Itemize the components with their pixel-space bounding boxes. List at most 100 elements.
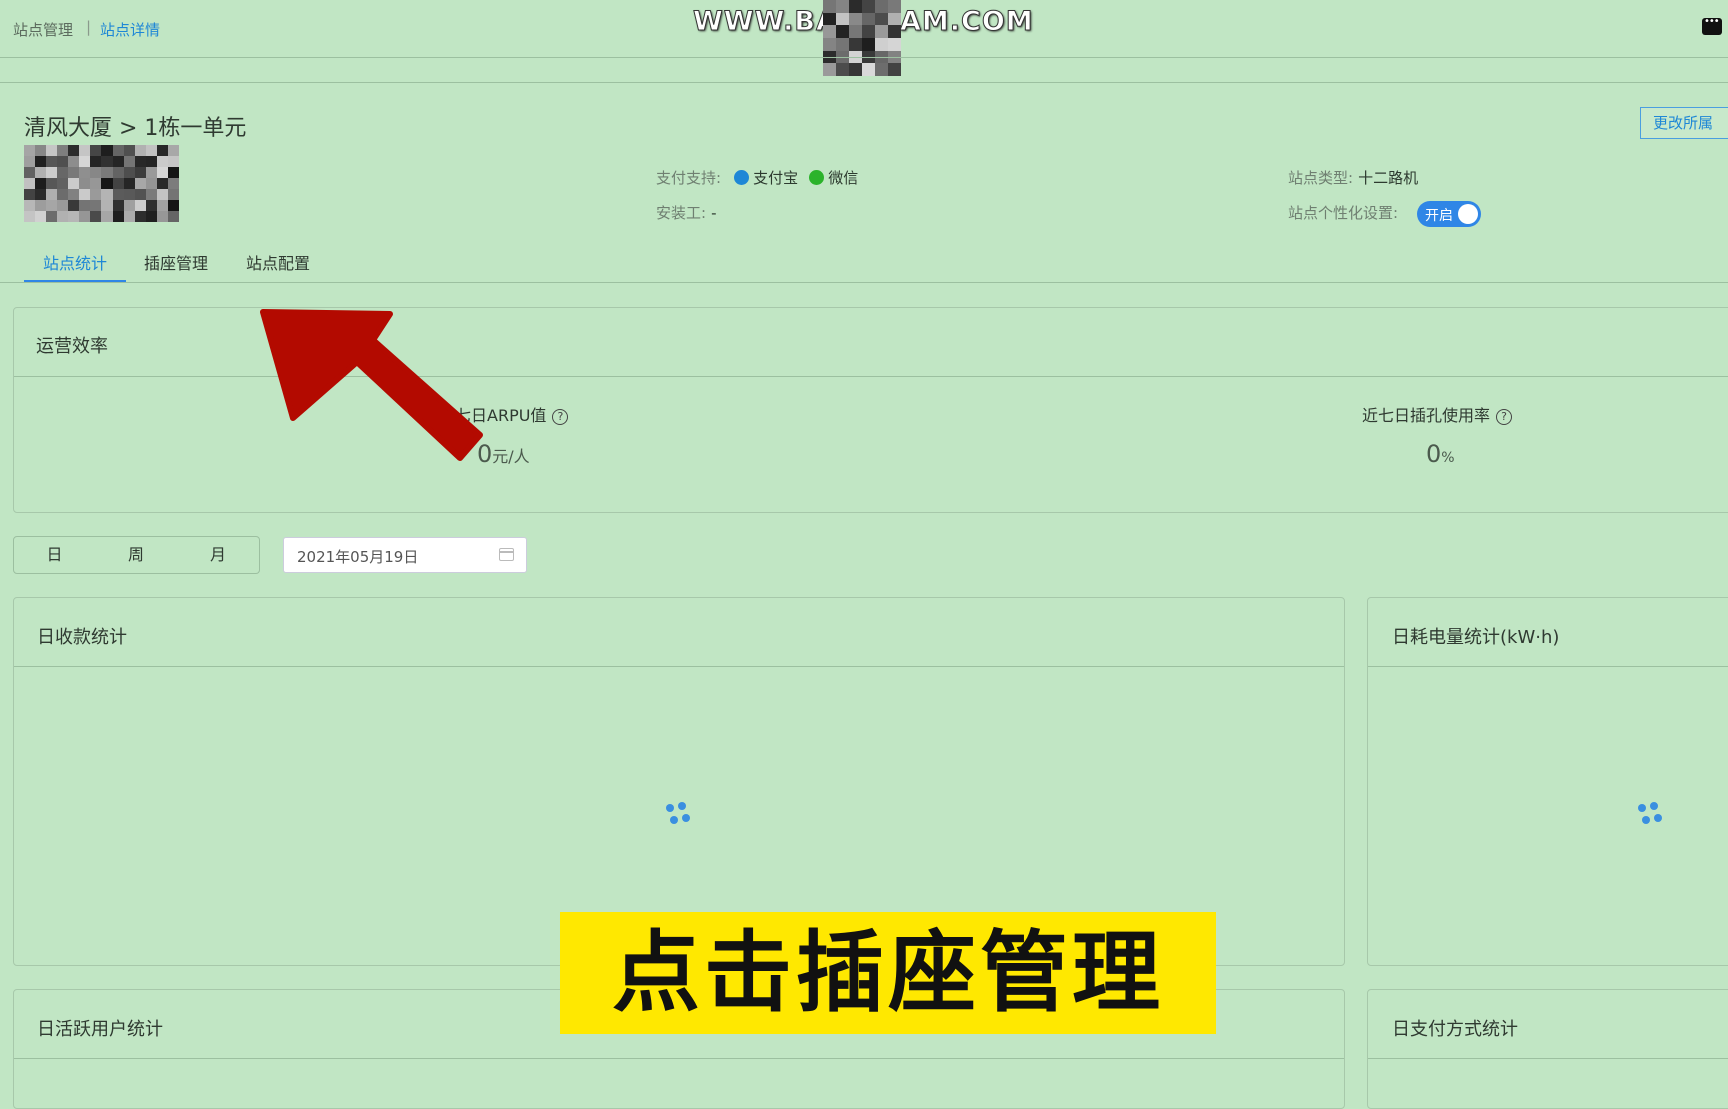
mosaic-cell bbox=[35, 167, 47, 178]
mosaic-cell bbox=[90, 211, 102, 222]
site-custom-toggle[interactable]: 开启 bbox=[1417, 201, 1481, 227]
mosaic-cell bbox=[68, 156, 80, 167]
mosaic-cell bbox=[134, 156, 146, 167]
help-icon[interactable]: ? bbox=[1496, 409, 1513, 425]
mosaic-cell bbox=[35, 178, 47, 189]
loading-spinner-icon bbox=[666, 802, 692, 828]
mosaic-cell bbox=[101, 145, 113, 156]
mosaic-cell bbox=[888, 0, 901, 13]
mosaic-cell bbox=[167, 200, 179, 211]
mosaic-cell bbox=[101, 167, 113, 178]
period-month-button[interactable]: 月 bbox=[177, 536, 260, 574]
site-type: 站点类型: 十二路机 bbox=[1288, 167, 1418, 188]
period-day-button[interactable]: 日 bbox=[13, 536, 96, 574]
mosaic-cell bbox=[46, 167, 58, 178]
breadcrumb-current[interactable]: 站点详情 bbox=[100, 19, 160, 40]
mosaic-cell bbox=[836, 12, 849, 26]
mosaic-cell bbox=[145, 178, 157, 189]
mosaic-cell bbox=[836, 63, 849, 76]
panel-divider bbox=[1368, 1058, 1728, 1059]
mosaic-cell bbox=[57, 145, 69, 156]
payment-method-title: 日支付方式统计 bbox=[1392, 1019, 1518, 1040]
watermark-left: WWW.BA bbox=[693, 6, 838, 38]
mosaic-cell bbox=[68, 167, 80, 178]
mosaic-cell bbox=[823, 0, 836, 13]
mosaic-cell bbox=[90, 178, 102, 189]
mosaic-cell bbox=[134, 200, 146, 211]
watermark-right: AM.COM bbox=[900, 6, 1034, 38]
site-custom-setting: 站点个性化设置: bbox=[1288, 202, 1398, 223]
payment-method-panel bbox=[1367, 989, 1728, 1109]
mosaic-cell bbox=[112, 145, 124, 156]
mosaic-cell bbox=[79, 167, 91, 178]
change-owner-button[interactable]: 更改所属 bbox=[1640, 107, 1728, 139]
help-icon[interactable]: ? bbox=[552, 409, 569, 425]
mosaic-cell bbox=[112, 178, 124, 189]
mosaic-cell bbox=[46, 178, 58, 189]
date-value: 2021年05月19日 bbox=[297, 548, 419, 566]
qr-code-image bbox=[24, 145, 179, 222]
mosaic-cell bbox=[24, 178, 36, 189]
mosaic-cell bbox=[79, 156, 91, 167]
mosaic-cell bbox=[145, 189, 157, 200]
mosaic-cell bbox=[101, 178, 113, 189]
mosaic-cell bbox=[101, 200, 113, 211]
divider bbox=[0, 82, 1728, 83]
mosaic-cell bbox=[875, 63, 888, 76]
mosaic-cell bbox=[79, 189, 91, 200]
mosaic-cell bbox=[101, 211, 113, 222]
mosaic-cell bbox=[79, 211, 91, 222]
mosaic-cell bbox=[24, 145, 36, 156]
mosaic-cell bbox=[123, 178, 135, 189]
alipay-label: 支付宝 bbox=[753, 169, 799, 187]
mosaic-cell bbox=[145, 200, 157, 211]
mosaic-cell bbox=[167, 145, 179, 156]
date-picker[interactable]: 2021年05月19日 bbox=[283, 537, 527, 573]
mosaic-cell bbox=[68, 211, 80, 222]
mosaic-cell bbox=[123, 200, 135, 211]
mosaic-cell bbox=[823, 25, 836, 38]
mosaic-cell bbox=[134, 145, 146, 156]
mosaic-cell bbox=[134, 167, 146, 178]
mosaic-cell bbox=[167, 167, 179, 178]
mosaic-cell bbox=[123, 211, 135, 222]
red-arrow-annotation bbox=[260, 309, 483, 461]
mosaic-cell bbox=[862, 63, 875, 76]
mosaic-cell bbox=[823, 12, 836, 26]
mosaic-cell bbox=[68, 178, 80, 189]
mosaic-cell bbox=[46, 156, 58, 167]
mosaic-cell bbox=[112, 211, 124, 222]
mosaic-cell bbox=[156, 156, 168, 167]
mosaic-cell bbox=[134, 211, 146, 222]
mosaic-cell bbox=[823, 63, 836, 76]
mosaic-cell bbox=[156, 211, 168, 222]
tab-socket-management[interactable]: 插座管理 bbox=[144, 250, 208, 274]
tab-site-config[interactable]: 站点配置 bbox=[246, 250, 310, 274]
wechat-label: 微信 bbox=[828, 169, 859, 187]
mosaic-cell bbox=[836, 0, 849, 13]
mosaic-cell bbox=[145, 156, 157, 167]
breadcrumb-parent[interactable]: 站点管理 bbox=[13, 19, 73, 40]
mosaic-cell bbox=[888, 38, 901, 51]
toggle-knob bbox=[1458, 204, 1478, 224]
mosaic-cell bbox=[123, 167, 135, 178]
mosaic-cell bbox=[145, 145, 157, 156]
period-week-button[interactable]: 周 bbox=[95, 536, 178, 574]
mosaic-cell bbox=[35, 145, 47, 156]
mosaic-cell bbox=[68, 145, 80, 156]
chat-icon[interactable] bbox=[1702, 16, 1722, 35]
mosaic-cell bbox=[145, 167, 157, 178]
panel-divider bbox=[14, 1058, 1344, 1059]
breadcrumb-separator: | bbox=[86, 18, 92, 36]
revenue-chart-panel bbox=[13, 597, 1345, 966]
pixelated-logo bbox=[823, 0, 901, 76]
mosaic-cell bbox=[823, 38, 836, 51]
mosaic-cell bbox=[875, 38, 888, 51]
calendar-icon[interactable] bbox=[499, 548, 514, 561]
tab-site-stats[interactable]: 站点统计 bbox=[43, 250, 107, 274]
panel-divider bbox=[1368, 666, 1728, 667]
mosaic-cell bbox=[156, 167, 168, 178]
site-custom-label: 站点个性化设置: bbox=[1288, 204, 1399, 222]
mosaic-cell bbox=[90, 145, 102, 156]
usage-value: 0 bbox=[1426, 440, 1442, 468]
